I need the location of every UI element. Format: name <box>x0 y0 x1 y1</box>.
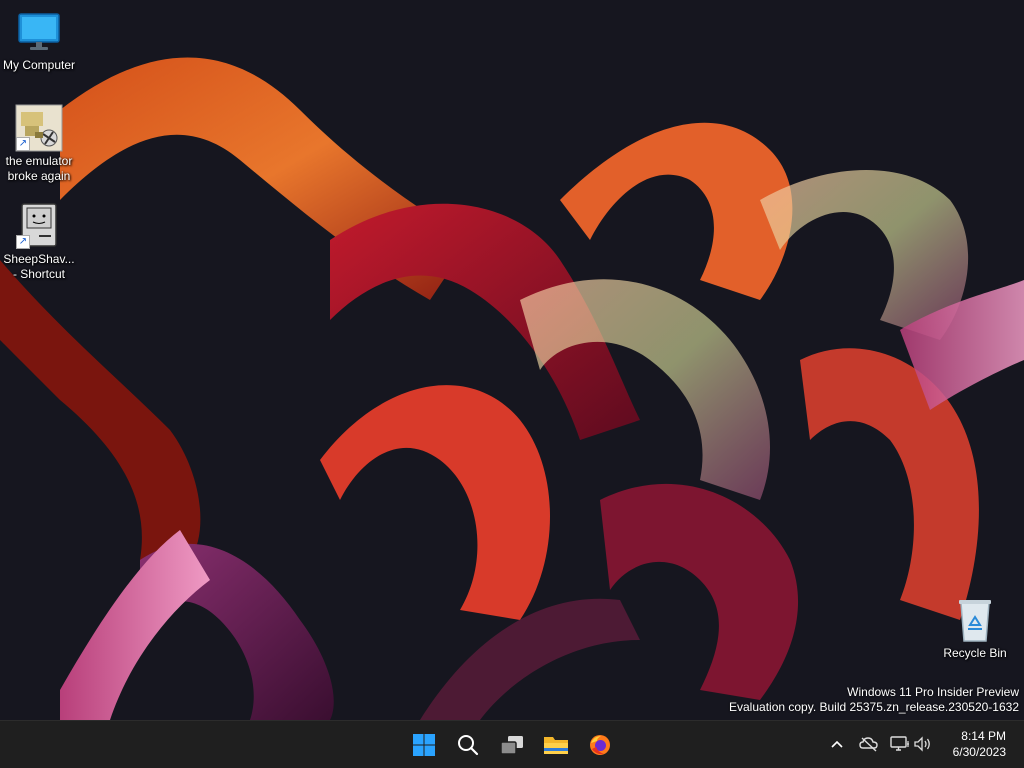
desktop-icon-label: the emulator broke again <box>5 154 73 183</box>
desktop-icon-label: SheepShav... - Shortcut <box>3 252 75 281</box>
desktop-icon-my-computer[interactable]: My Computer <box>0 8 81 73</box>
watermark-line-1: Windows 11 Pro Insider Preview <box>847 685 1019 699</box>
search-icon <box>458 735 479 756</box>
show-hidden-icons-button[interactable] <box>826 733 848 755</box>
wallpaper <box>0 0 1024 720</box>
folder-icon <box>544 737 568 754</box>
clock-date: 6/30/2023 <box>952 745 1006 759</box>
volume-icon <box>914 736 930 752</box>
start-button[interactable] <box>404 725 444 765</box>
task-view-icon <box>500 736 523 755</box>
watermark-line-2: Evaluation copy. Build 25375.zn_release.… <box>729 700 1019 714</box>
desktop-icon-label: Recycle Bin <box>943 646 1007 660</box>
file-explorer-button[interactable] <box>536 725 576 765</box>
chevron-up-icon <box>831 740 843 748</box>
desktop-icon-sheepshaver-shortcut[interactable]: ↗ SheepShav... - Shortcut <box>0 202 81 282</box>
desktop-icon-recycle-bin[interactable]: Recycle Bin <box>933 596 1017 661</box>
task-view-button[interactable] <box>492 725 532 765</box>
network-icon <box>890 736 909 751</box>
monitor-icon <box>15 8 63 56</box>
search-button[interactable] <box>448 725 488 765</box>
clock-time: 8:14 PM <box>961 729 1006 743</box>
taskbar: 8:14 PM 6/30/2023 <box>0 720 1024 768</box>
volume-tray-button[interactable] <box>912 733 934 755</box>
windows-start-icon <box>413 734 435 756</box>
emulator-shortcut-icon: ↗ <box>15 104 63 152</box>
desktop-icon-label: My Computer <box>2 58 76 72</box>
firefox-icon <box>590 735 610 755</box>
firefox-button[interactable] <box>580 725 620 765</box>
clock[interactable]: 8:14 PM 6/30/2023 <box>953 728 1006 760</box>
shortcut-arrow-icon: ↗ <box>16 235 30 249</box>
desktop: My Computer ↗ the emulator broke again ↗… <box>0 0 1024 720</box>
classic-mac-icon: ↗ <box>15 202 63 250</box>
desktop-icon-emulator-shortcut[interactable]: ↗ the emulator broke again <box>0 104 81 184</box>
onedrive-offline-icon <box>859 737 878 752</box>
evaluation-watermark: Windows 11 Pro Insider Preview Evaluatio… <box>729 685 1019 715</box>
shortcut-arrow-icon: ↗ <box>16 137 30 151</box>
recycle-bin-icon <box>951 596 999 644</box>
network-tray-button[interactable] <box>889 733 911 755</box>
onedrive-tray-button[interactable] <box>858 733 880 755</box>
